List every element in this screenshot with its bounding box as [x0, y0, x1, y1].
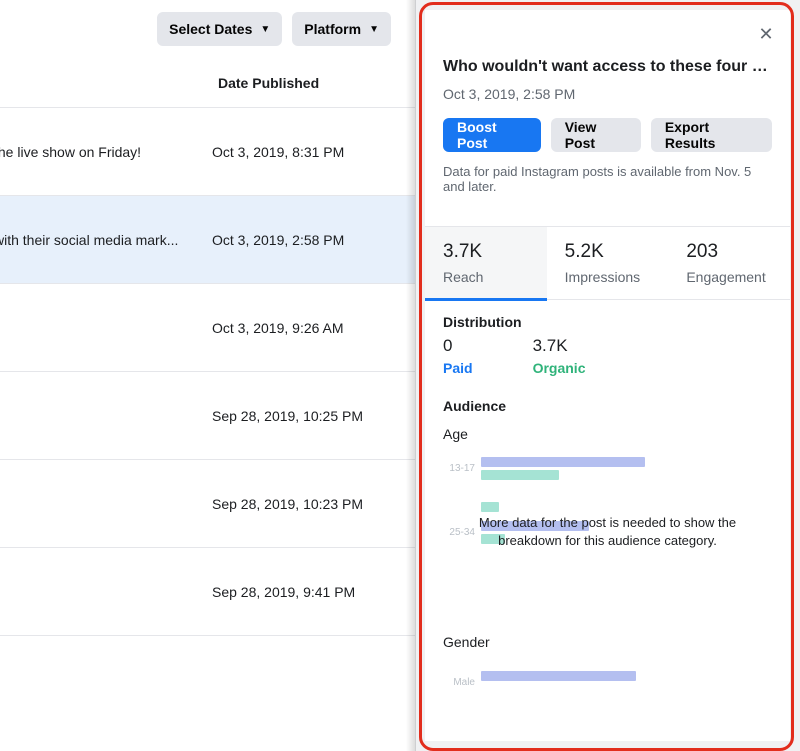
organic-value: 3.7K [533, 336, 586, 356]
post-title: Who wouldn't want access to these four (… [443, 58, 772, 76]
metric-reach-value: 3.7K [443, 241, 531, 263]
organic-label: Organic [533, 360, 586, 376]
gender-heading: Gender [425, 622, 790, 654]
paid-label: Paid [443, 360, 473, 376]
platform-label: Platform [304, 21, 361, 37]
distribution-paid: 0 Paid [443, 336, 473, 376]
row-date: Oct 3, 2019, 9:26 AM [212, 320, 344, 336]
export-results-button[interactable]: Export Results [651, 118, 772, 152]
metric-impressions-tab[interactable]: 5.2K Impressions [547, 226, 669, 300]
boost-post-button[interactable]: Boost Post [443, 118, 541, 152]
metric-engagement-value: 203 [686, 241, 774, 263]
metric-impressions-label: Impressions [565, 269, 653, 285]
paid-value: 0 [443, 336, 473, 356]
close-icon[interactable]: ✕ [752, 20, 780, 48]
metric-reach-tab[interactable]: 3.7K Reach [425, 226, 547, 300]
table-row[interactable]: with their social media mark...Oct 3, 20… [0, 196, 415, 284]
bar-secondary [481, 502, 499, 512]
select-dates-dropdown[interactable]: Select Dates ▼ [157, 12, 282, 46]
chart-row-label: 13-17 [435, 463, 475, 474]
chart-row: 13-17 [435, 452, 780, 484]
column-header-date: Date Published [0, 58, 415, 108]
metric-engagement-tab[interactable]: 203 Engagement [668, 226, 790, 300]
chart-row: Male [435, 666, 780, 698]
select-dates-label: Select Dates [169, 21, 252, 37]
chart-row-label: Male [435, 677, 475, 688]
metric-impressions-value: 5.2K [565, 241, 653, 263]
bar-primary [481, 457, 645, 467]
row-date: Oct 3, 2019, 8:31 PM [212, 144, 344, 160]
view-post-button[interactable]: View Post [551, 118, 641, 152]
data-availability-note: Data for paid Instagram posts is availab… [443, 164, 772, 194]
table-row[interactable]: Sep 28, 2019, 10:25 PM [0, 372, 415, 460]
chart-row [435, 548, 780, 580]
table-row[interactable]: Sep 28, 2019, 10:23 PM [0, 460, 415, 548]
gender-chart: Male [435, 666, 780, 698]
row-date: Sep 28, 2019, 10:25 PM [212, 408, 363, 424]
row-date: Oct 3, 2019, 2:58 PM [212, 232, 344, 248]
chart-row [435, 484, 780, 516]
row-date: Sep 28, 2019, 9:41 PM [212, 584, 355, 600]
caret-down-icon: ▼ [369, 24, 379, 35]
post-timestamp: Oct 3, 2019, 2:58 PM [443, 86, 772, 102]
metric-reach-label: Reach [443, 269, 531, 285]
table-row[interactable]: Oct 3, 2019, 9:26 AM [0, 284, 415, 372]
post-details-panel: ✕ Who wouldn't want access to these four… [425, 10, 790, 741]
age-chart: 13-1725-34More data for the post is need… [435, 452, 780, 622]
row-title: the live show on Friday! [0, 144, 212, 160]
posts-table: the live show on Friday!Oct 3, 2019, 8:3… [0, 108, 415, 751]
row-date: Sep 28, 2019, 10:23 PM [212, 496, 363, 512]
bar-secondary [481, 470, 559, 480]
audience-heading: Audience [425, 384, 790, 420]
distribution-organic: 3.7K Organic [533, 336, 586, 376]
chart-insufficient-data-message: More data for the post is needed to show… [435, 514, 780, 550]
platform-dropdown[interactable]: Platform ▼ [292, 12, 391, 46]
age-heading: Age [425, 420, 790, 446]
distribution-heading: Distribution [425, 300, 790, 336]
table-row[interactable]: Sep 28, 2019, 9:41 PM [0, 548, 415, 636]
table-row[interactable]: the live show on Friday!Oct 3, 2019, 8:3… [0, 108, 415, 196]
metric-engagement-label: Engagement [686, 269, 774, 285]
bar-primary [481, 671, 636, 681]
row-title: with their social media mark... [0, 232, 212, 248]
caret-down-icon: ▼ [260, 24, 270, 35]
